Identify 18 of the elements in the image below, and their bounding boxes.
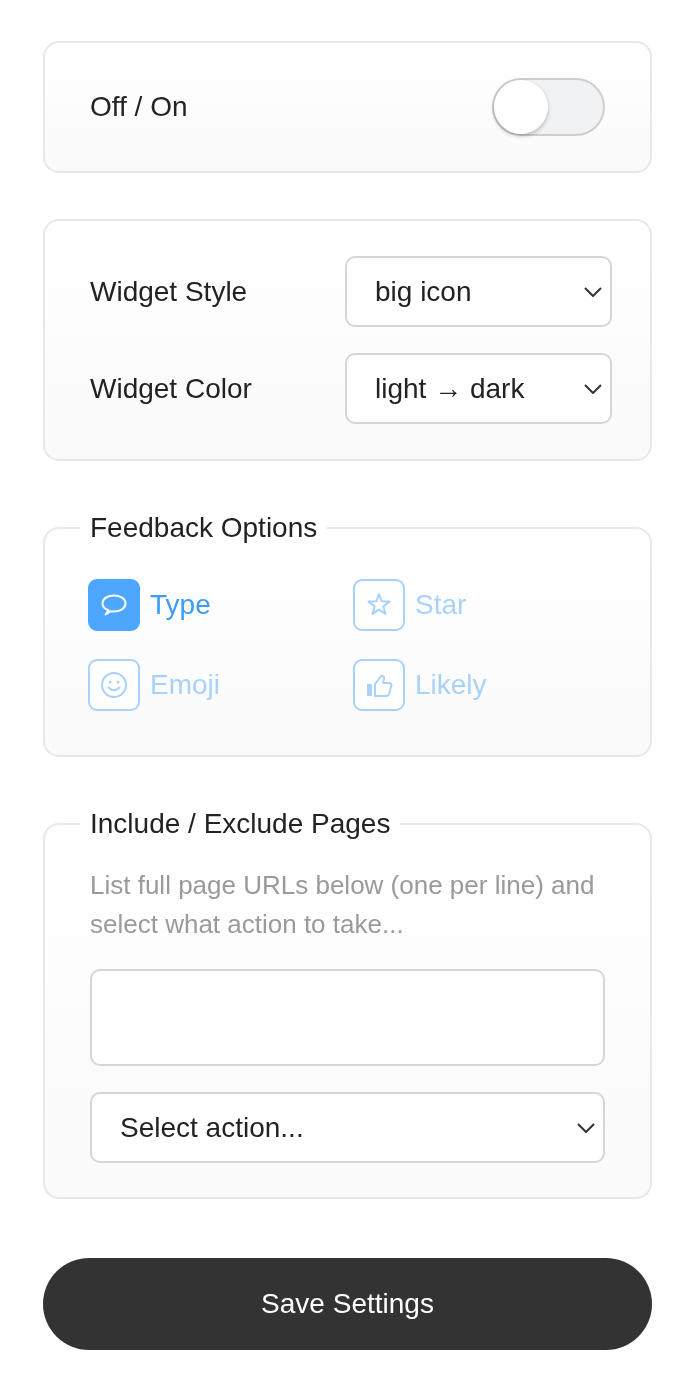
chevron-down-icon [577, 1122, 595, 1133]
power-label: Off / On [90, 91, 188, 123]
section-title: Include / Exclude Pages [89, 809, 392, 839]
url-textarea[interactable] [90, 969, 605, 1066]
dropdown-select[interactable]: big icon [345, 256, 612, 327]
toggle-switch[interactable] [492, 78, 605, 136]
setting-label: Widget Style [90, 275, 248, 308]
speech-bubble-icon [88, 579, 140, 631]
smiley-icon [88, 659, 140, 711]
setting-label: Widget Color [90, 372, 252, 405]
chevron-down-icon [584, 286, 602, 297]
save-button[interactable]: Save Settings [43, 1258, 652, 1350]
thumbs-up-icon [353, 659, 405, 711]
action-select[interactable]: Select action... [90, 1092, 605, 1163]
help-text: List full page URLs below (one per line) and select what action to take... [90, 869, 596, 941]
chevron-down-icon [584, 383, 602, 394]
dropdown-select[interactable]: light → dark [345, 353, 612, 424]
section-title: Feedback Options [89, 513, 319, 543]
